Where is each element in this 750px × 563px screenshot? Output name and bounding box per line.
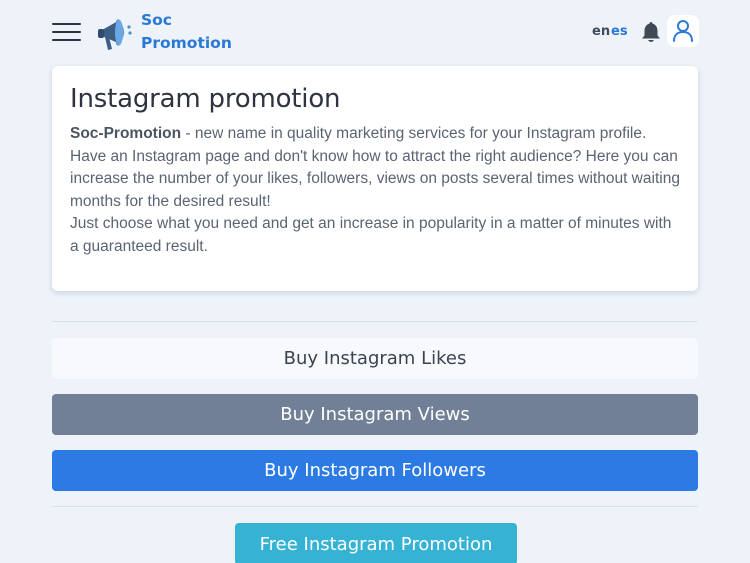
free-promotion-button[interactable]: Free Instagram Promotion [235,523,517,563]
intro-card: Instagram promotion Soc-Promotion - new … [52,66,698,291]
intro-brand-name: Soc-Promotion [70,125,182,142]
top-header: Soc Promotion en es [0,0,750,64]
intro-paragraph: Soc-Promotion - new name in quality mark… [70,123,680,259]
user-icon [673,20,693,42]
lang-en-link[interactable]: en [592,24,610,39]
megaphone-logo-icon[interactable] [96,13,134,53]
divider-bottom [52,506,698,507]
user-account-button[interactable] [667,15,699,47]
brand-line-2: Promotion [141,34,232,52]
hamburger-menu-icon[interactable] [52,21,82,43]
buy-followers-button[interactable]: Buy Instagram Followers [52,450,698,491]
page-title: Instagram promotion [70,84,341,114]
buy-likes-button[interactable]: Buy Instagram Likes [52,338,698,379]
divider-top [52,321,698,322]
lang-es-link[interactable]: es [611,24,628,39]
intro-second-text: Just choose what you need and get an inc… [70,215,672,255]
brand-line-1: Soc [141,11,172,29]
buy-views-button[interactable]: Buy Instagram Views [52,394,698,435]
bell-icon[interactable] [640,20,662,44]
brand-name[interactable]: Soc Promotion [141,9,232,55]
